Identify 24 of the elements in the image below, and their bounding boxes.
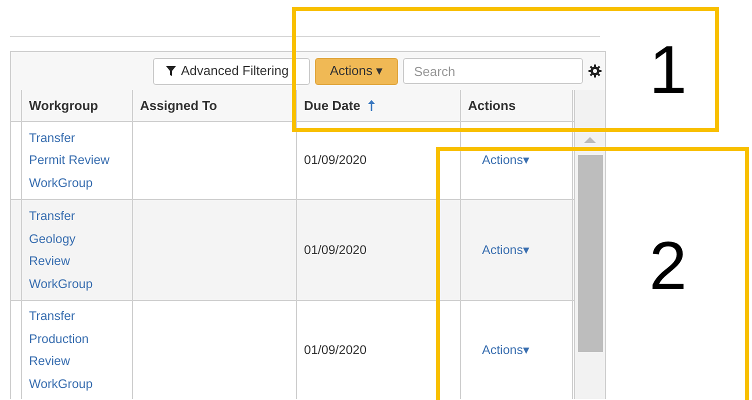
callout-number: 1 [649,36,687,104]
actions-dropdown-link[interactable]: Actions▾ [482,151,530,170]
column-header[interactable]: Due Date [304,96,360,116]
workgroup-link[interactable]: Transfer Geology Review WorkGroup [29,205,125,295]
workgroup-link[interactable]: Transfer Permit Review WorkGroup [29,126,125,194]
settings-icon[interactable] [588,64,602,78]
scrollbar-thumb[interactable] [578,155,602,352]
search-field[interactable]: Search [403,58,583,84]
advanced-filtering-button[interactable]: Advanced Filtering [153,58,310,84]
actions-dropdown-link[interactable]: Actions▾ [482,240,530,260]
workgroup-link[interactable]: Transfer Production Review WorkGroup [29,305,125,395]
scroll-up-icon[interactable] [584,136,596,143]
due-date-cell-text: 01/09/2020 [304,342,367,359]
column-header[interactable]: Assigned To [140,96,218,116]
actions-button[interactable]: Actions ▾ [315,58,398,84]
column-header[interactable]: Workgroup [29,96,98,116]
due-date-cell-text: 01/09/2020 [304,152,367,170]
column-header[interactable]: Actions [468,96,516,116]
sort-arrow-icon[interactable] [368,100,376,111]
due-date-cell-text: 01/09/2020 [304,242,367,259]
actions-dropdown-link[interactable]: Actions▾ [482,340,530,360]
callout-number: 2 [649,232,687,300]
filter-icon [166,66,176,76]
scrollbar[interactable] [574,90,605,399]
